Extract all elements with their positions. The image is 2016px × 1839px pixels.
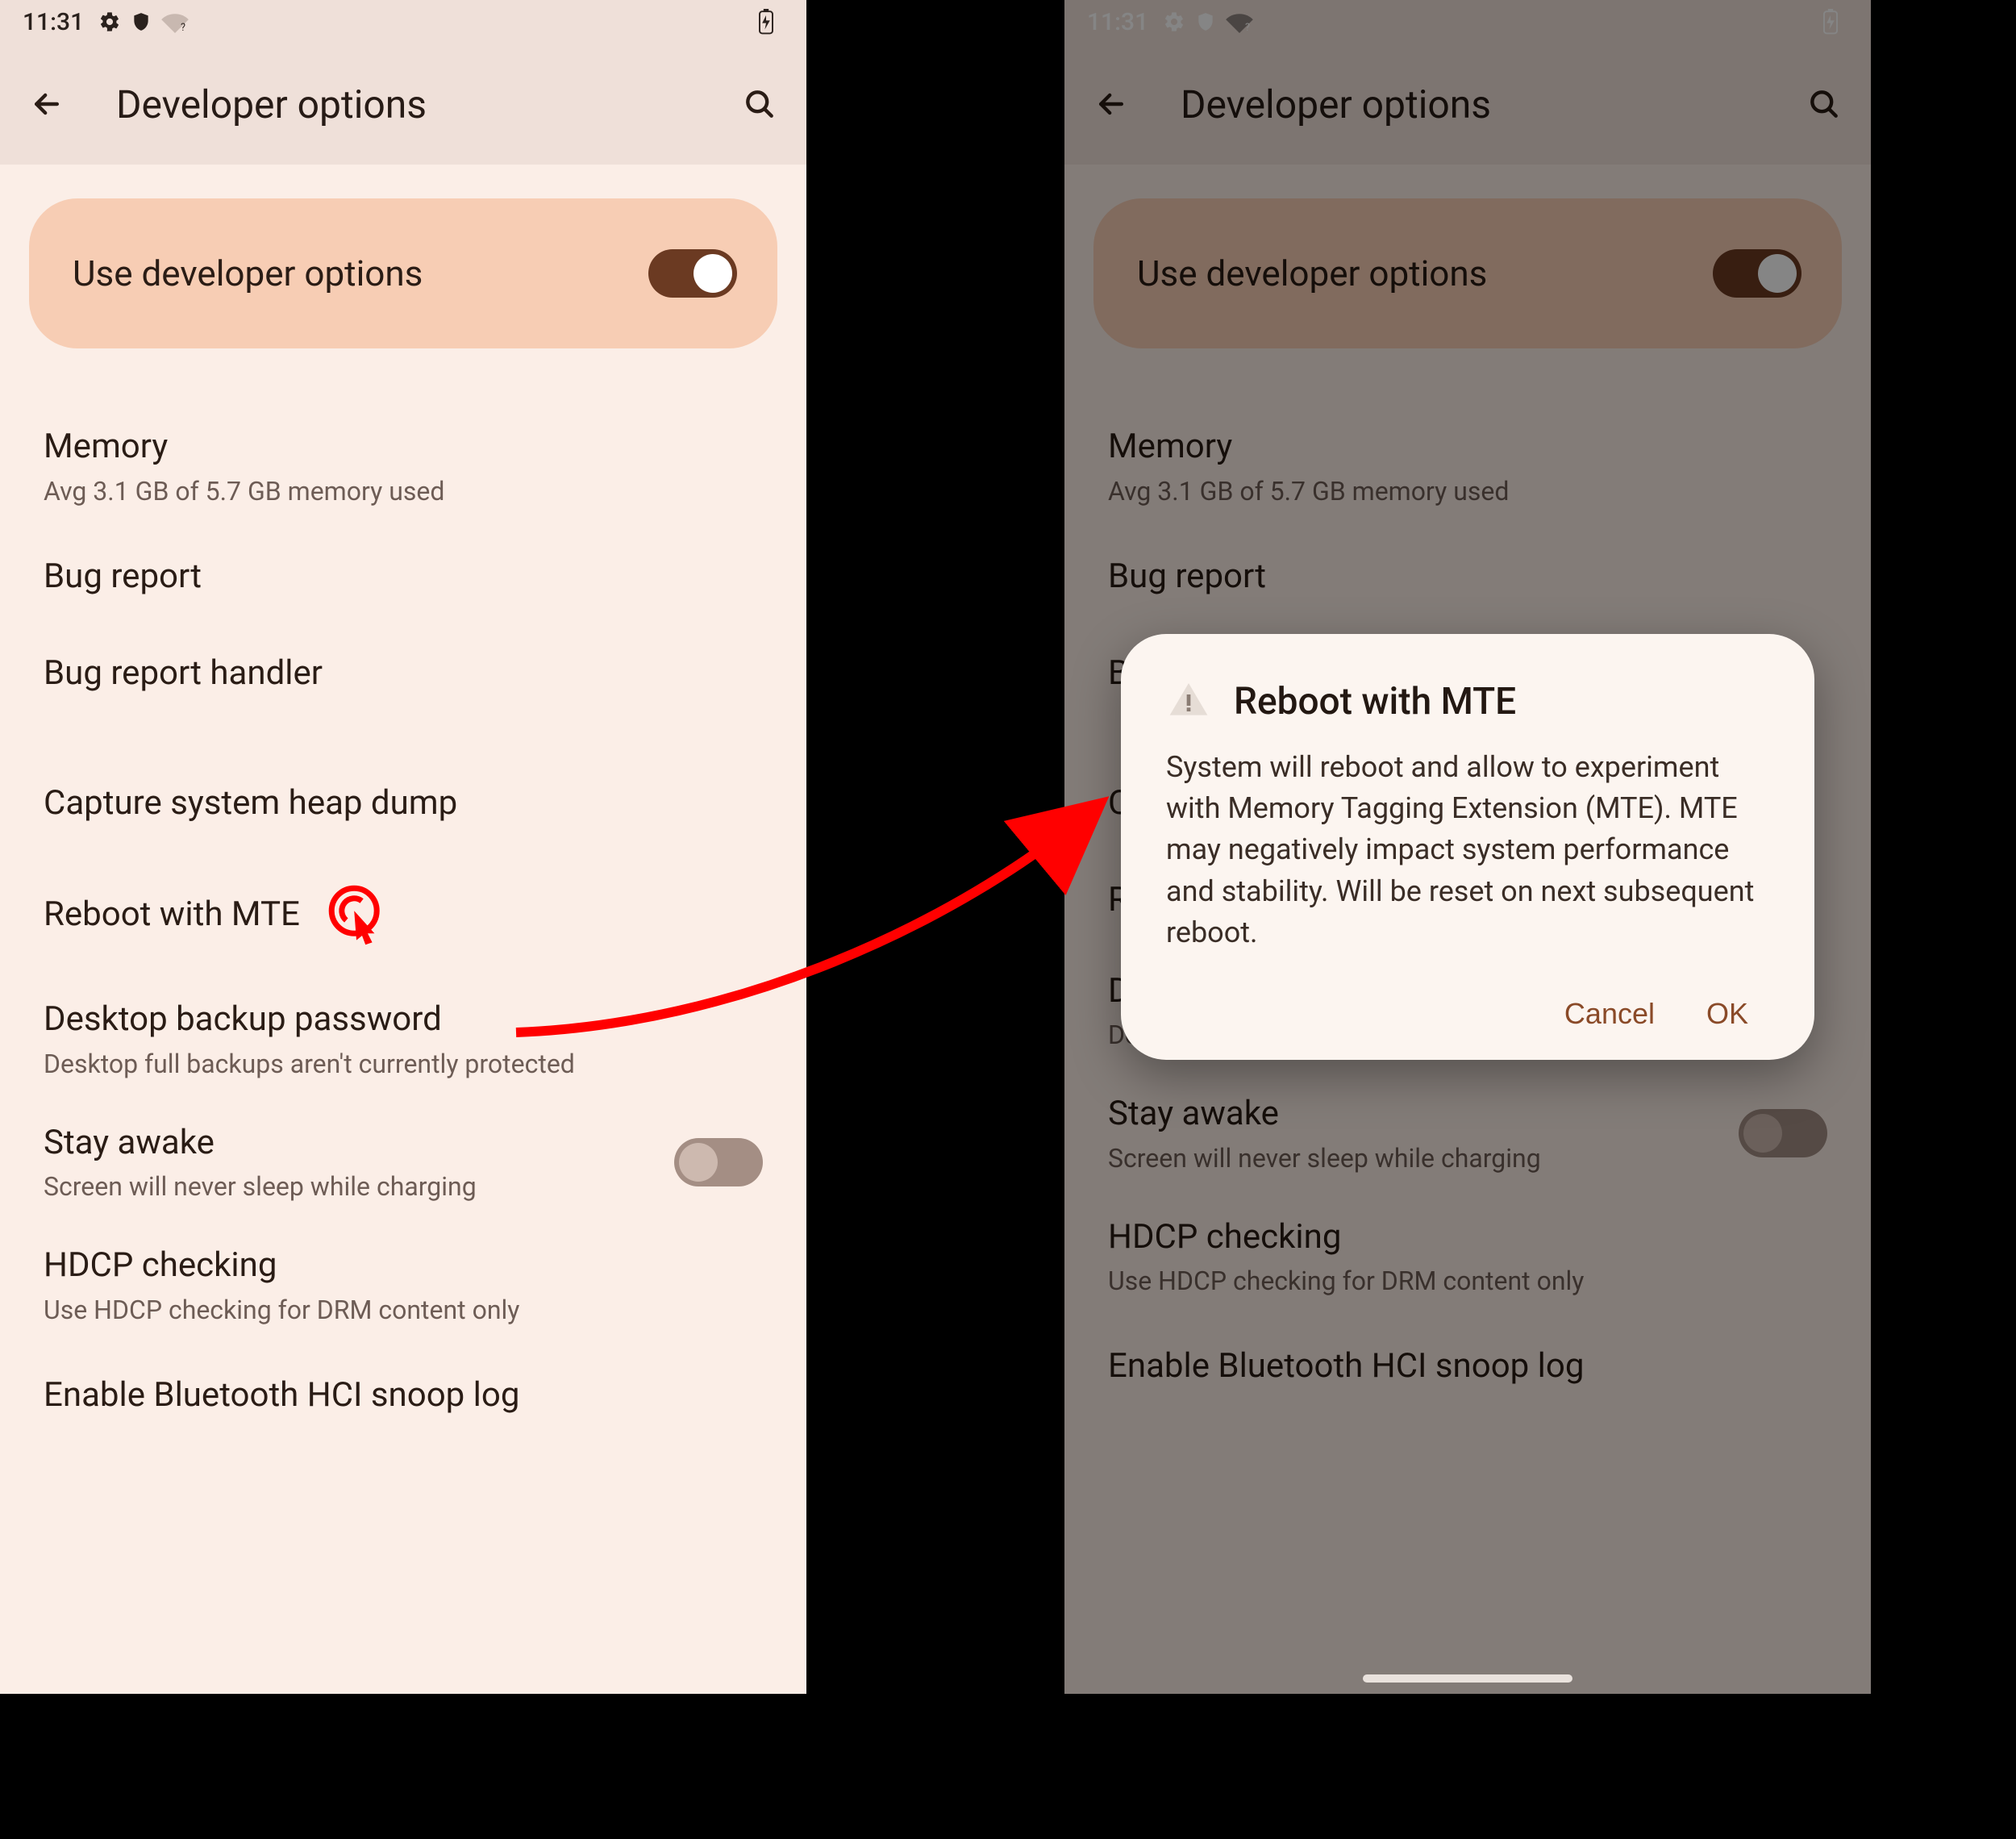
status-time: 11:31 (23, 8, 84, 36)
stay-awake-switch[interactable] (674, 1138, 763, 1186)
master-toggle-label: Use developer options (73, 252, 648, 294)
row-bthci[interactable]: Enable Bluetooth HCI snoop log (29, 1347, 777, 1445)
svg-text:?: ? (181, 22, 185, 33)
nav-handle[interactable] (1363, 1674, 1572, 1683)
dialog-reboot-mte: Reboot with MTE System will reboot and a… (1121, 634, 1814, 1060)
master-toggle-switch[interactable] (648, 249, 737, 298)
row-stay-awake[interactable]: Stay awake Screen will never sleep while… (29, 1101, 777, 1224)
status-bar: 11:31 ? (0, 0, 806, 44)
wifi-icon: ? (161, 10, 189, 33)
master-toggle-row[interactable]: Use developer options (29, 198, 777, 348)
back-button[interactable] (23, 86, 71, 122)
phone-after: 11:31 ? Developer option (1064, 0, 1871, 1694)
dialog-title: Reboot with MTE (1234, 680, 1516, 724)
tap-cursor-icon (323, 879, 390, 950)
dialog-cancel-button[interactable]: Cancel (1564, 997, 1655, 1031)
battery-icon (758, 9, 774, 35)
row-hdcp[interactable]: HDCP checking Use HDCP checking for DRM … (29, 1224, 777, 1347)
warning-icon (1166, 678, 1211, 726)
dialog-overlay[interactable]: Reboot with MTE System will reboot and a… (1064, 0, 1871, 1694)
row-reboot-mte[interactable]: Reboot with MTE (29, 852, 777, 978)
phone-before: 11:31 ? Developer (0, 0, 806, 1694)
row-bug-report[interactable]: Bug report (29, 528, 777, 626)
row-memory[interactable]: Memory Avg 3.1 GB of 5.7 GB memory used (29, 405, 777, 528)
search-button[interactable] (735, 86, 784, 122)
row-backup-password[interactable]: Desktop backup password Desktop full bac… (29, 978, 777, 1101)
dialog-ok-button[interactable]: OK (1706, 997, 1748, 1031)
row-heap-dump[interactable]: Capture system heap dump (29, 755, 777, 853)
gear-icon (98, 10, 121, 33)
app-bar: Developer options (0, 44, 806, 165)
row-bug-report-handler[interactable]: Bug report handler (29, 625, 777, 723)
dialog-body: System will reboot and allow to experime… (1166, 747, 1769, 953)
page-title: Developer options (116, 81, 735, 127)
shield-icon (131, 11, 152, 32)
